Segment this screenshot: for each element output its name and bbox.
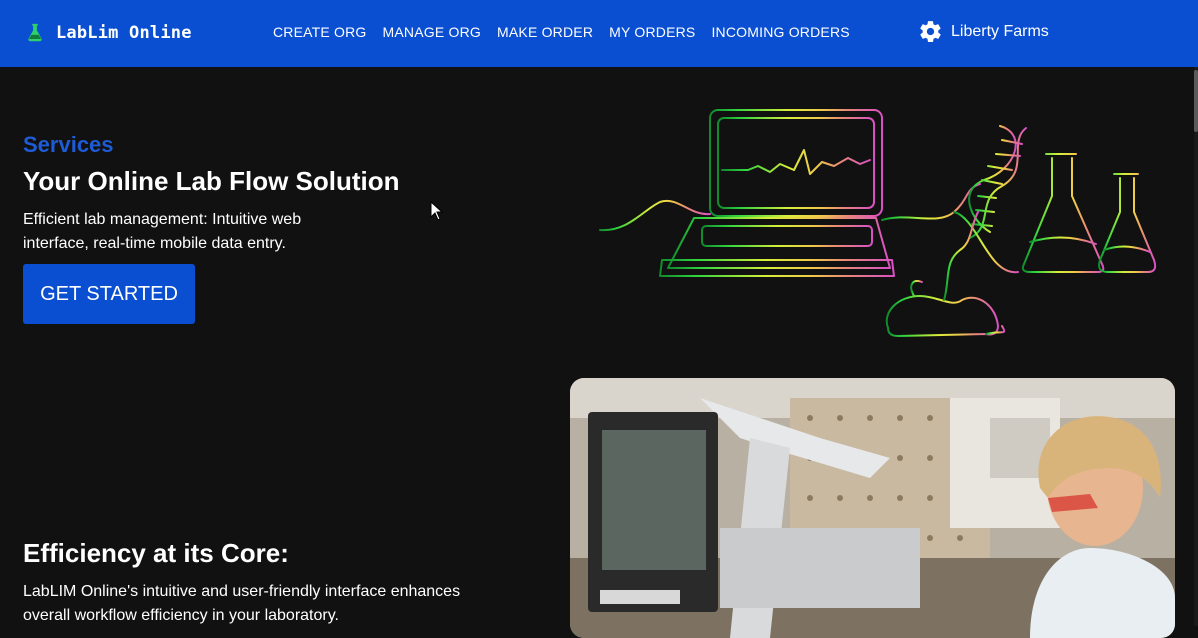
efficiency-section-description: LabLIM Online's intuitive and user-frien… — [23, 583, 461, 624]
lab-worker-photo — [570, 378, 1175, 638]
nav-links: CREATE ORG MANAGE ORG MAKE ORDER MY ORDE… — [273, 24, 866, 40]
line-art-lab-illustration — [599, 109, 1177, 337]
nav-make-order[interactable]: MAKE ORDER — [497, 24, 593, 40]
hero-description: Efficient lab management: Intuitive web … — [23, 211, 302, 252]
nav-create-org[interactable]: CREATE ORG — [273, 24, 367, 40]
page-scrollbar-thumb[interactable] — [1194, 70, 1198, 132]
user-menu[interactable]: Liberty Farms — [918, 19, 1049, 44]
mouse-pointer-icon — [430, 201, 444, 221]
get-started-button[interactable]: GET STARTED — [23, 264, 195, 324]
page-scrollbar-track[interactable] — [1194, 67, 1198, 626]
services-eyebrow: Services — [23, 132, 114, 157]
brand-logo-link[interactable]: LabLim Online — [24, 20, 192, 46]
hero-title: Your Online Lab Flow Solution — [23, 166, 400, 196]
nav-incoming-orders[interactable]: INCOMING ORDERS — [711, 24, 849, 40]
efficiency-section-title: Efficiency at its Core: — [23, 538, 289, 568]
brand-name: LabLim Online — [56, 23, 192, 43]
flask-icon — [28, 23, 42, 42]
gear-icon[interactable] — [918, 19, 943, 44]
user-org-name[interactable]: Liberty Farms — [951, 23, 1049, 41]
top-navbar: LabLim Online CREATE ORG MANAGE ORG MAKE… — [0, 0, 1198, 67]
nav-my-orders[interactable]: MY ORDERS — [609, 24, 695, 40]
nav-manage-org[interactable]: MANAGE ORG — [383, 24, 481, 40]
